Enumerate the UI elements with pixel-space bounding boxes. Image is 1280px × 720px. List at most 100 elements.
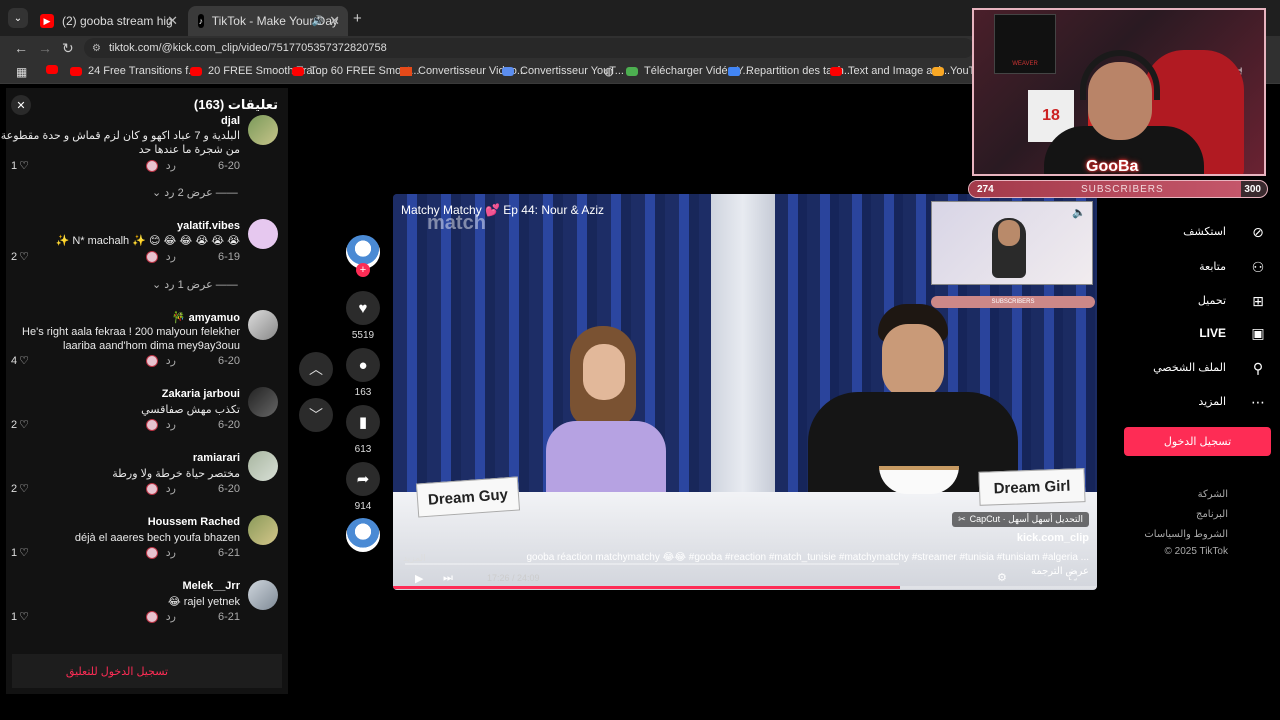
heart-icon: ♡ bbox=[19, 160, 29, 172]
profile-icon[interactable]: ⚲ bbox=[1249, 359, 1267, 377]
more-dots-icon[interactable]: ⋯ bbox=[1249, 393, 1267, 411]
capcut-badge[interactable]: ✂ CapCut · التحديل أسهل أسهل bbox=[952, 512, 1089, 527]
reply-button[interactable]: رد bbox=[166, 159, 176, 172]
nav-explore[interactable]: استكشف bbox=[1183, 225, 1226, 238]
tiktok-icon: ♪ bbox=[198, 14, 204, 28]
tab-youtube[interactable]: ▶ (2) gooba stream highlights - Y ✕ bbox=[30, 6, 186, 36]
play-icon[interactable]: ▶ bbox=[415, 572, 423, 585]
nav-following[interactable]: متابعة bbox=[1199, 260, 1226, 273]
close-tab-icon[interactable]: ✕ bbox=[329, 13, 340, 29]
next-icon[interactable]: ⏭ bbox=[443, 572, 453, 585]
pip-subs-bar: SUBSCRIBERS bbox=[931, 296, 1095, 308]
music-disc[interactable] bbox=[346, 518, 380, 552]
reload-icon[interactable]: ↻ bbox=[62, 40, 74, 57]
reply-button[interactable]: رد bbox=[166, 482, 176, 495]
nav-upload[interactable]: تحميل bbox=[1198, 294, 1226, 307]
like-button[interactable]: 2 ♡ bbox=[11, 418, 29, 432]
next-video-button[interactable]: ﹀ bbox=[299, 398, 333, 432]
follow-user-icon[interactable]: ⚇ bbox=[1249, 258, 1267, 276]
compass-icon[interactable]: ⊘ bbox=[1249, 223, 1267, 241]
mute-icon[interactable]: 🔈 bbox=[1072, 206, 1086, 219]
bookmark-1[interactable]: 24 Free Transitions f... bbox=[70, 65, 197, 77]
comment-text: 😂 rajel yetnek bbox=[167, 596, 240, 608]
subs-goal: 300 bbox=[1244, 184, 1261, 195]
like-button[interactable]: 4 ♡ bbox=[11, 354, 29, 368]
timeline-track[interactable] bbox=[405, 563, 899, 565]
see-translation[interactable]: عرض الترجمة bbox=[1031, 566, 1089, 577]
close-comments-button[interactable]: ✕ bbox=[11, 95, 31, 115]
streamer-webcam: 18 19 WEAVER TUNISIA GooBa bbox=[972, 8, 1266, 176]
reply-button[interactable]: رد bbox=[166, 610, 176, 623]
comment-username[interactable]: djal bbox=[221, 115, 240, 127]
avatar[interactable] bbox=[248, 580, 278, 610]
comment-username[interactable]: yalatif.vibes bbox=[177, 220, 240, 232]
reply-button[interactable]: رد bbox=[166, 250, 176, 263]
avatar[interactable] bbox=[248, 387, 278, 417]
previous-video-button[interactable]: ︿ bbox=[299, 352, 333, 386]
avatar[interactable] bbox=[248, 115, 278, 145]
back-icon[interactable]: ← bbox=[14, 40, 28, 56]
settings-icon[interactable]: ⚙ bbox=[997, 571, 1007, 584]
avatar[interactable] bbox=[248, 515, 278, 545]
nav-profile[interactable]: الملف الشخصي bbox=[1153, 361, 1226, 374]
reply-button[interactable]: رد bbox=[166, 354, 176, 367]
comments-panel: ✕ تعليقات (163) djal البلدية و 7 عباد اك… bbox=[1, 88, 288, 694]
like-button[interactable]: 1 ♡ bbox=[11, 546, 29, 560]
forward-icon[interactable]: → bbox=[38, 40, 52, 56]
avatar[interactable] bbox=[248, 310, 278, 340]
new-tab-button[interactable]: + bbox=[353, 10, 362, 27]
nav-live[interactable]: LIVE bbox=[1199, 326, 1226, 340]
site-info-icon[interactable]: ⚙ bbox=[92, 43, 101, 54]
url-field[interactable]: ⚙ tiktok.com/@kick.com_clip/video/751770… bbox=[84, 38, 974, 58]
comment-video-button[interactable]: ● bbox=[346, 348, 380, 382]
avatar[interactable] bbox=[248, 451, 278, 481]
tab-list-button[interactable]: ⌄ bbox=[8, 8, 28, 28]
upload-plus-icon[interactable]: ⊞ bbox=[1249, 292, 1267, 310]
live-tv-icon[interactable]: ▣ bbox=[1249, 324, 1267, 342]
login-button[interactable]: تسجيل الدخول bbox=[1124, 427, 1271, 456]
like-button[interactable]: 1 ♡ bbox=[11, 610, 29, 624]
like-button[interactable]: 2 ♡ bbox=[11, 482, 29, 496]
view-replies-button[interactable]: ⌄ عرض 1 رد —— bbox=[152, 278, 238, 291]
heart-icon: ♥ bbox=[358, 299, 368, 317]
video-player[interactable]: Dream Guy Dream Girl Matchy Matchy 💕 Ep … bbox=[393, 194, 1097, 590]
speaker-icon[interactable]: 🔊 bbox=[312, 16, 324, 27]
footer-terms[interactable]: الشروط والسياسات bbox=[1144, 529, 1228, 540]
footer-program[interactable]: البرنامج bbox=[1196, 509, 1228, 520]
comment-username[interactable]: Houssem Rached bbox=[148, 516, 240, 528]
apps-icon[interactable]: ▦ bbox=[16, 65, 27, 79]
comment-username[interactable]: ramiarari bbox=[193, 452, 240, 464]
comment-login-link[interactable]: تسجيل الدخول للتعليق bbox=[66, 665, 168, 678]
share-video-button[interactable]: ➦ bbox=[346, 462, 380, 496]
avatar[interactable] bbox=[248, 219, 278, 249]
comment-meta: رد 6-20 bbox=[145, 354, 240, 367]
fullscreen-icon[interactable]: ⛶ bbox=[1069, 571, 1077, 584]
globe-icon[interactable]: ◍ bbox=[604, 65, 614, 78]
share-count: 914 bbox=[354, 501, 372, 512]
sign-dream-guy: Dream Guy bbox=[415, 476, 521, 518]
pip-webcam: 🔈 bbox=[931, 201, 1093, 285]
comment-text: déjà el aaeres bech youfa bhazen bbox=[74, 532, 240, 544]
comment-username[interactable]: Melek__Jrr bbox=[183, 580, 241, 592]
reply-button[interactable]: رد bbox=[166, 546, 176, 559]
progress-track[interactable] bbox=[393, 586, 1097, 589]
comment-meta: رد 6-20 bbox=[145, 418, 240, 431]
follow-plus-icon[interactable]: + bbox=[356, 263, 370, 277]
reply-button[interactable]: رد bbox=[166, 418, 176, 431]
view-replies-button[interactable]: ⌄ عرض 2 رد —— bbox=[152, 186, 238, 199]
like-button[interactable]: 2 ♡ bbox=[11, 250, 29, 264]
close-tab-icon[interactable]: ✕ bbox=[167, 13, 178, 29]
like-button[interactable]: 1 ♡ bbox=[11, 159, 29, 173]
comment-username[interactable]: Zakaria jarboui bbox=[162, 388, 240, 400]
save-video-button[interactable]: ▮ bbox=[346, 405, 380, 439]
comment-username[interactable]: 🎋 amyamuo bbox=[172, 311, 240, 324]
bookmark-youtube[interactable] bbox=[46, 65, 64, 74]
footer-company[interactable]: الشركة bbox=[1198, 489, 1228, 500]
tab-tiktok[interactable]: ♪ TikTok - Make Your Day 🔊 ✕ bbox=[188, 6, 348, 36]
nav-more[interactable]: المزيد bbox=[1198, 395, 1226, 408]
like-video-button[interactable]: ♥ bbox=[346, 291, 380, 325]
video-account[interactable]: kick.com_clip bbox=[1017, 532, 1089, 544]
creator-avatar-icon bbox=[145, 159, 158, 172]
heart-icon: ♡ bbox=[19, 483, 29, 495]
heart-icon: ♡ bbox=[19, 251, 29, 263]
